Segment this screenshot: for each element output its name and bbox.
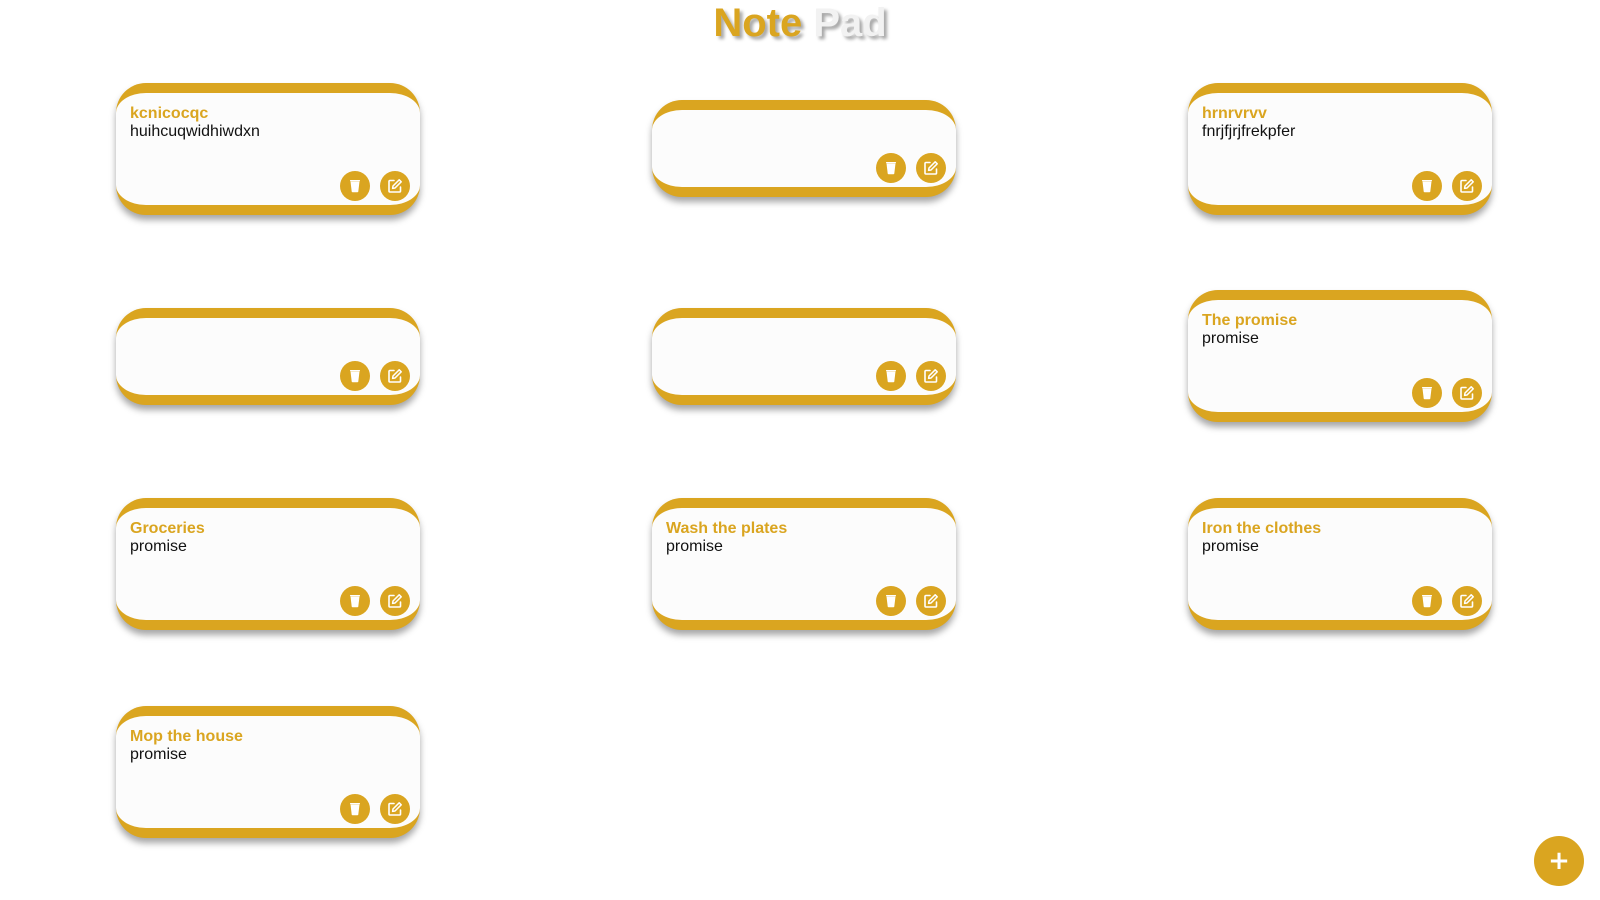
edit-note-button[interactable] [916,153,946,183]
delete-note-button[interactable] [340,794,370,824]
edit-icon [387,368,403,384]
edit-icon [923,368,939,384]
add-note-button[interactable]: + [1534,836,1584,886]
trash-icon [884,161,898,175]
trash-icon [1420,594,1434,608]
note-body: promise [130,746,187,763]
edit-icon [923,160,939,176]
note-title: Wash the plates [666,520,788,537]
delete-note-button[interactable] [876,361,906,391]
note-body: promise [130,538,187,555]
edit-note-button[interactable] [380,361,410,391]
app-title: Note Pad [0,0,1600,46]
note-card [652,308,956,405]
trash-icon [1420,386,1434,400]
note-card: Groceries promise [116,498,420,630]
delete-note-button[interactable] [1412,586,1442,616]
notepad-app: Note Pad kcnicocqc huihcuqwidhiwdxn hrnrvr… [0,0,1600,900]
edit-icon [923,593,939,609]
note-body: promise [666,538,723,555]
delete-note-button[interactable] [1412,378,1442,408]
note-title: Mop the house [130,728,243,745]
note-card: The promise promise [1188,290,1492,422]
trash-icon [348,179,362,193]
delete-note-button[interactable] [876,153,906,183]
note-card [652,100,956,197]
note-title: kcnicocqc [130,105,209,122]
note-body: promise [1202,330,1259,347]
note-body: fnrjfjrjfrekpfer [1202,123,1296,140]
trash-icon [884,594,898,608]
note-body: huihcuqwidhiwdxn [130,123,260,140]
edit-note-button[interactable] [380,586,410,616]
edit-note-button[interactable] [1452,586,1482,616]
edit-icon [1459,593,1475,609]
title-note: Note [713,1,803,45]
note-card: Iron the clothes promise [1188,498,1492,630]
note-card: hrnrvrvv fnrjfjrjfrekpfer [1188,83,1492,215]
note-card: Wash the plates promise [652,498,956,630]
delete-note-button[interactable] [340,361,370,391]
note-card [116,308,420,405]
note-card: Mop the house promise [116,706,420,838]
trash-icon [884,369,898,383]
note-title: hrnrvrvv [1202,105,1267,122]
title-pad: Pad [813,1,887,45]
edit-note-button[interactable] [1452,171,1482,201]
edit-icon [387,178,403,194]
edit-icon [387,593,403,609]
edit-icon [1459,178,1475,194]
edit-note-button[interactable] [916,586,946,616]
delete-note-button[interactable] [876,586,906,616]
note-card: kcnicocqc huihcuqwidhiwdxn [116,83,420,215]
edit-note-button[interactable] [380,171,410,201]
edit-icon [387,801,403,817]
edit-note-button[interactable] [1452,378,1482,408]
delete-note-button[interactable] [1412,171,1442,201]
edit-note-button[interactable] [380,794,410,824]
edit-note-button[interactable] [916,361,946,391]
delete-note-button[interactable] [340,171,370,201]
note-title: Groceries [130,520,205,537]
note-body: promise [1202,538,1259,555]
edit-icon [1459,385,1475,401]
delete-note-button[interactable] [340,586,370,616]
note-title: The promise [1202,312,1298,329]
trash-icon [348,594,362,608]
trash-icon [348,802,362,816]
note-title: Iron the clothes [1202,520,1322,537]
trash-icon [348,369,362,383]
trash-icon [1420,179,1434,193]
